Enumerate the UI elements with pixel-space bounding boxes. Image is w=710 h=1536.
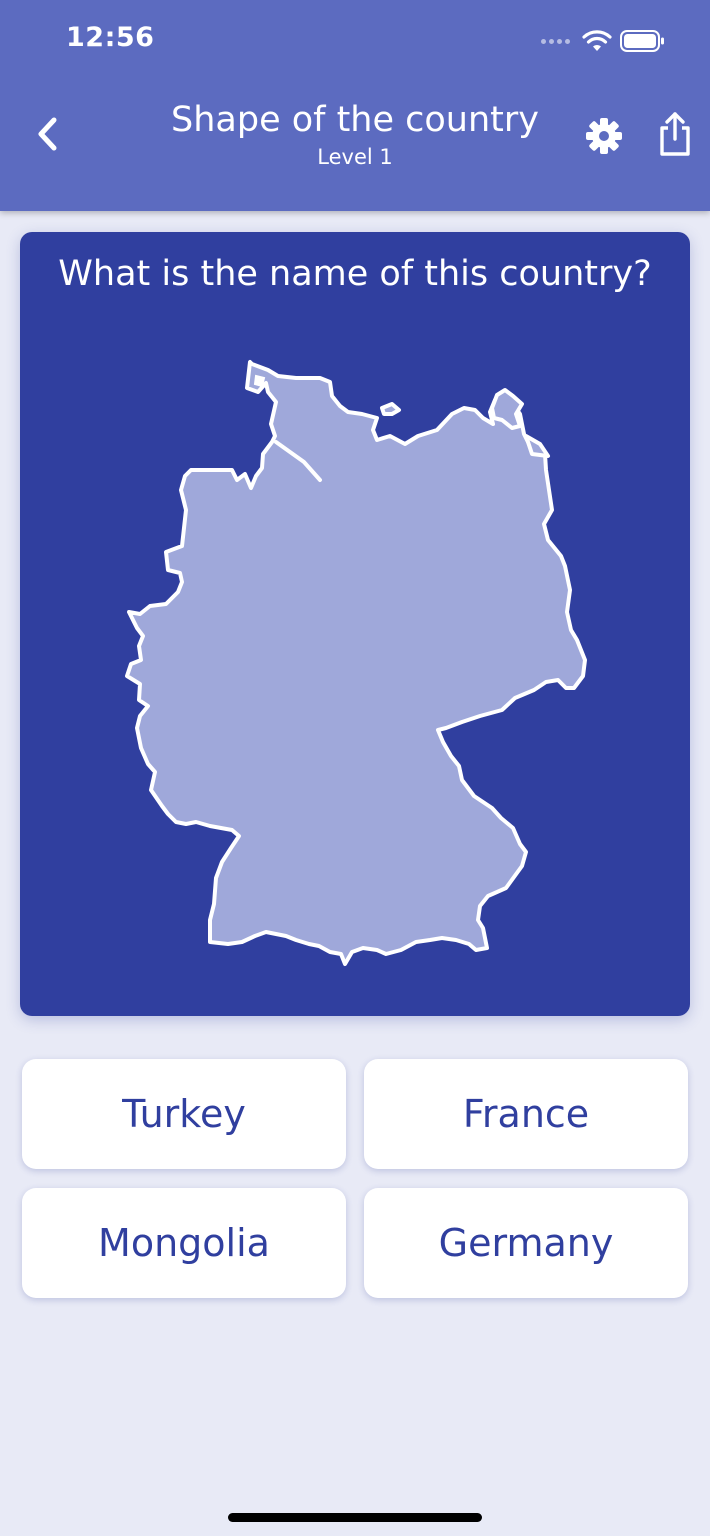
island-fehmarn (380, 402, 401, 416)
share-button[interactable] (652, 108, 698, 160)
answer-button-4[interactable]: Germany (364, 1188, 688, 1298)
battery-icon (620, 30, 664, 52)
country-outline (125, 360, 587, 966)
answer-button-2[interactable]: France (364, 1059, 688, 1169)
status-icons (541, 26, 666, 56)
answer-button-1[interactable]: Turkey (22, 1059, 346, 1169)
wifi-icon (582, 30, 612, 51)
settings-button[interactable] (582, 114, 626, 158)
gear-icon (586, 118, 622, 154)
app-header: 12:56 Shape of the country Level 1 (0, 0, 710, 211)
status-time: 12:56 (66, 22, 155, 53)
island-sylt (253, 374, 266, 388)
share-icon (660, 112, 690, 156)
cellular-signal-icon (541, 38, 570, 44)
country-map (125, 360, 587, 966)
answer-button-3[interactable]: Mongolia (22, 1188, 346, 1298)
question-card: What is the name of this country? (20, 232, 690, 1016)
home-indicator[interactable] (228, 1513, 482, 1522)
